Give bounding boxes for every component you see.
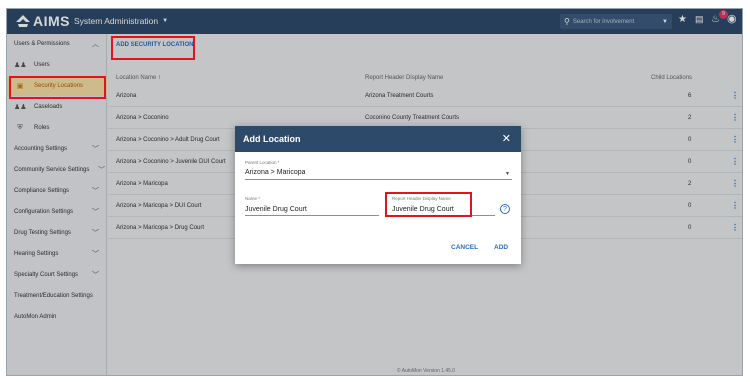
parent-location-select[interactable]: Parent Location * Arizona > Maricopa ▼ [245,160,512,180]
dialog-header: Add Location ✕ [235,126,521,152]
highlight-report-header [385,192,472,217]
highlight-add-button [111,36,195,60]
highlight-security-locations [9,76,106,99]
help-icon[interactable]: ? [500,204,510,214]
close-icon[interactable]: ✕ [502,132,511,145]
name-field[interactable]: Name * Juvenile Drug Court [245,196,379,216]
dialog-title: Add Location [243,134,301,144]
app-window: AIMS System Administration ▼ ⚲ Search fo… [6,8,743,376]
name-value: Juvenile Drug Court [245,206,307,213]
add-button[interactable]: ADD [494,244,508,251]
parent-location-value: Arizona > Maricopa [245,169,306,176]
chevron-down-icon: ▼ [505,171,510,177]
add-location-dialog: Add Location ✕ Parent Location * Arizona… [235,126,521,264]
cancel-button[interactable]: CANCEL [451,244,478,251]
parent-location-label: Parent Location * [245,160,280,165]
name-label: Name * [245,196,261,201]
